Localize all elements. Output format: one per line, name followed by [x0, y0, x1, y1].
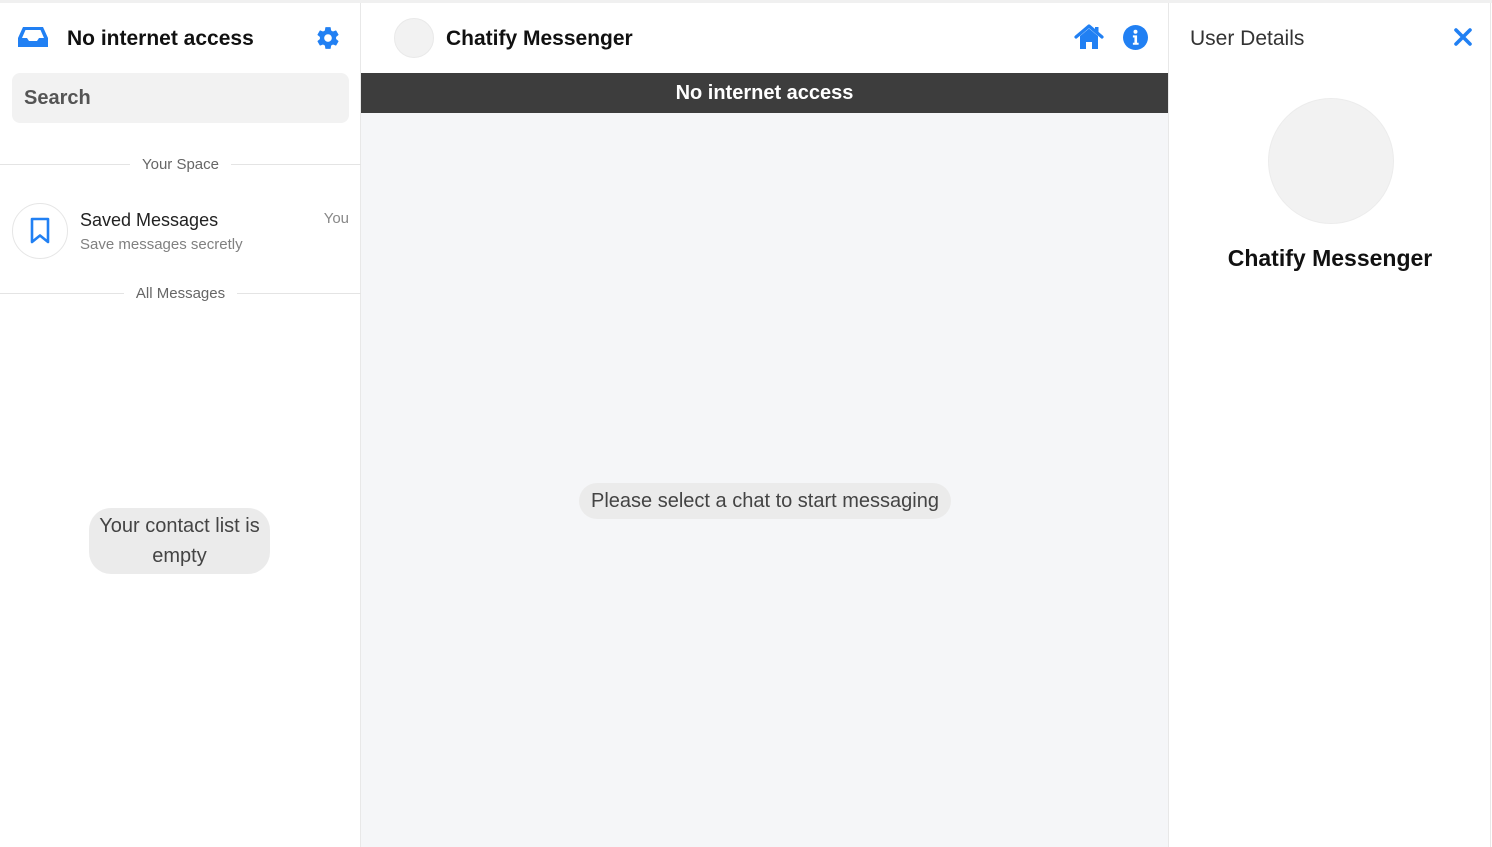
saved-messages-name: Saved Messages: [80, 210, 219, 230]
app: No internet access Your Space Saved Mess…: [0, 0, 1492, 847]
user-details-panel: User Details Chatify Messenger: [1169, 3, 1491, 847]
chat-panel: Chatify Messenger No internet access Ple…: [361, 3, 1169, 847]
details-name: Chatify Messenger: [1227, 245, 1433, 271]
select-chat-placeholder: Please select a chat to start messaging: [579, 483, 951, 519]
gear-icon[interactable]: [315, 25, 341, 51]
inbox-icon: [18, 27, 48, 47]
saved-messages-item[interactable]: Saved Messages Save messages secretly Yo…: [0, 199, 361, 265]
connection-status-title: No internet access: [67, 27, 254, 50]
offline-banner: No internet access: [361, 73, 1168, 113]
section-label-your-space: Your Space: [129, 155, 231, 173]
section-divider-all-messages: All Messages: [0, 283, 361, 303]
details-title: User Details: [1190, 27, 1305, 50]
section-divider-your-space: Your Space: [0, 154, 361, 174]
close-icon[interactable]: [1452, 26, 1474, 48]
home-icon[interactable]: [1074, 24, 1104, 50]
saved-messages-subtitle: Save messages secretly: [80, 236, 243, 253]
info-icon[interactable]: [1123, 25, 1148, 50]
chat-title: Chatify Messenger: [446, 27, 633, 50]
contacts-sidebar: No internet access Your Space Saved Mess…: [0, 3, 361, 847]
sidebar-header: No internet access: [0, 3, 360, 73]
bookmark-icon: [30, 217, 50, 244]
saved-messages-avatar: [12, 203, 68, 259]
saved-messages-meta: You: [323, 210, 349, 227]
details-avatar: [1268, 98, 1394, 224]
search-input[interactable]: [12, 73, 349, 123]
chat-header: Chatify Messenger: [361, 3, 1168, 73]
section-label-all-messages: All Messages: [123, 284, 238, 302]
avatar: [394, 18, 434, 58]
empty-contacts-message: Your contact list is empty: [89, 508, 270, 574]
